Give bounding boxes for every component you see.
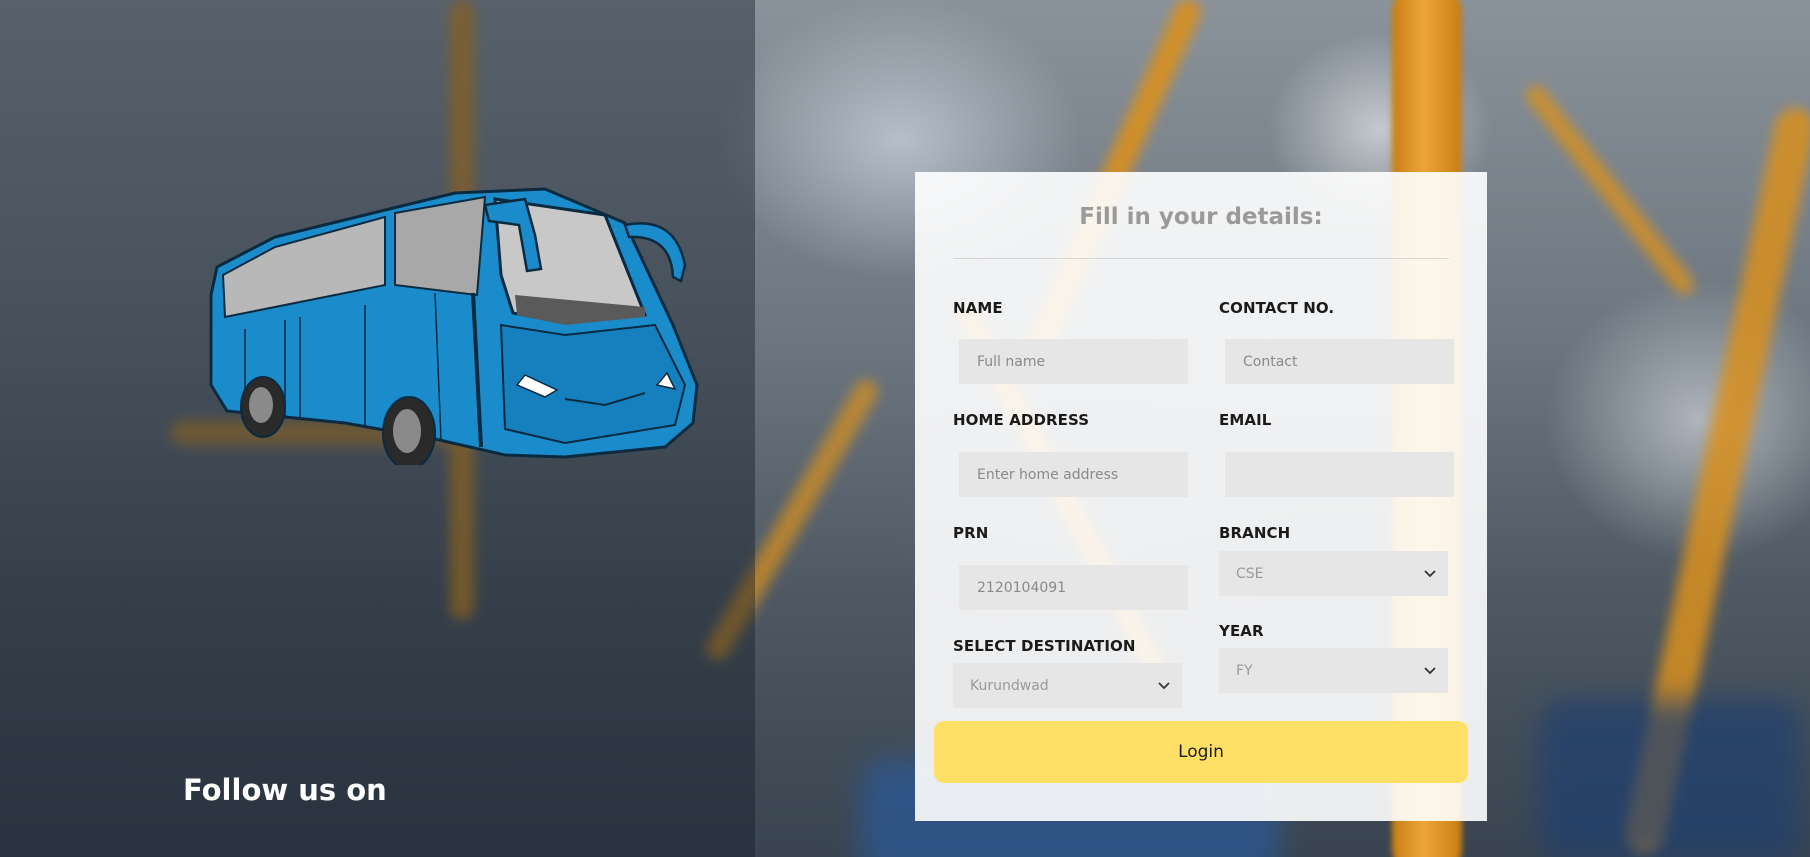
contact-label: CONTACT NO. bbox=[1219, 299, 1335, 317]
background-pole bbox=[1522, 81, 1698, 299]
home-address-label: HOME ADDRESS bbox=[953, 411, 1090, 429]
chevron-down-icon bbox=[1424, 667, 1436, 675]
year-selected-value: FY bbox=[1236, 662, 1253, 679]
destination-label: SELECT DESTINATION bbox=[953, 637, 1136, 655]
email-label: EMAIL bbox=[1219, 411, 1272, 429]
name-input[interactable] bbox=[959, 339, 1188, 384]
form-title: Fill in your details: bbox=[1079, 204, 1323, 230]
follow-us-heading: Follow us on bbox=[183, 773, 387, 807]
home-address-input[interactable] bbox=[959, 452, 1188, 497]
prn-label: PRN bbox=[953, 524, 989, 542]
form-divider bbox=[953, 258, 1449, 259]
left-overlay-panel: Follow us on bbox=[0, 0, 755, 857]
branch-label: BRANCH bbox=[1219, 524, 1291, 542]
destination-selected-value: Kurundwad bbox=[970, 677, 1049, 694]
login-button[interactable]: Login bbox=[934, 721, 1468, 783]
branch-selected-value: CSE bbox=[1236, 565, 1264, 582]
chevron-down-icon bbox=[1424, 570, 1436, 578]
chevron-down-icon bbox=[1158, 682, 1170, 690]
name-label: NAME bbox=[953, 299, 1003, 317]
destination-select[interactable]: Kurundwad bbox=[953, 663, 1182, 708]
prn-input[interactable] bbox=[959, 565, 1188, 610]
page-background: Follow us on Fill in your details: NAME … bbox=[0, 0, 1810, 857]
bus-illustration bbox=[209, 187, 699, 465]
email-input[interactable] bbox=[1225, 452, 1454, 497]
branch-select[interactable]: CSE bbox=[1219, 551, 1448, 596]
background-seat bbox=[1540, 700, 1800, 857]
year-label: YEAR bbox=[1219, 622, 1264, 640]
details-form-card: Fill in your details: NAME CONTACT NO. H… bbox=[915, 172, 1487, 821]
year-select[interactable]: FY bbox=[1219, 648, 1448, 693]
contact-input[interactable] bbox=[1225, 339, 1454, 384]
